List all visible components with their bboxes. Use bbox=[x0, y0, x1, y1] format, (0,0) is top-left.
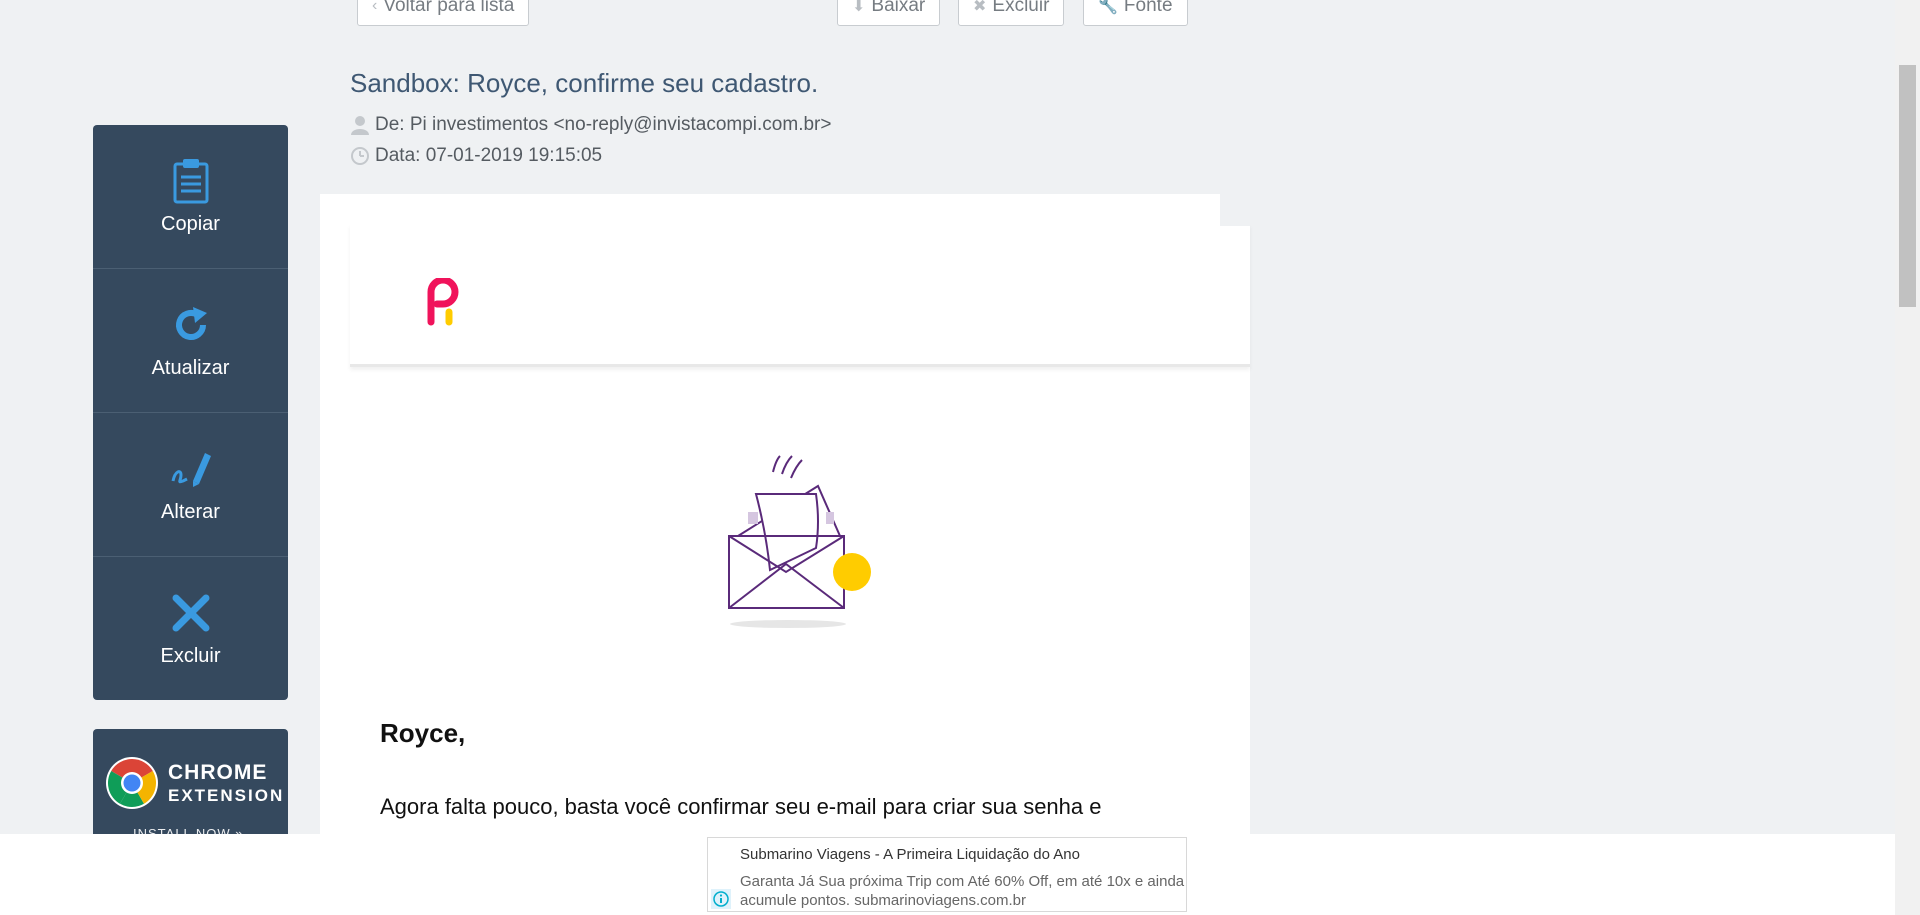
wrench-icon: 🔧 bbox=[1098, 0, 1118, 15]
clipboard-icon bbox=[169, 157, 213, 205]
download-icon: ⬇ bbox=[852, 0, 866, 15]
chrome-extension-title: CHROME bbox=[168, 761, 268, 784]
source-label: Fonte bbox=[1123, 0, 1173, 16]
ad-description: Garanta Já Sua próxima Trip com Até 60% … bbox=[740, 873, 1185, 909]
mail-from: De: Pi investimentos <no-reply@invistaco… bbox=[350, 114, 831, 136]
download-label: Baixar bbox=[871, 0, 926, 16]
close-icon: ✖ bbox=[973, 0, 987, 15]
chrome-extension-subtitle: EXTENSION bbox=[168, 786, 285, 805]
back-to-list-button[interactable]: ‹ Voltar para lista bbox=[357, 0, 530, 26]
chevron-left-icon: ‹ bbox=[372, 0, 378, 14]
chrome-extension-banner[interactable]: CHROME EXTENSION INSTALL NOW » bbox=[93, 729, 288, 839]
envelope-illustration-icon bbox=[718, 452, 878, 632]
source-button[interactable]: 🔧 Fonte bbox=[1083, 0, 1188, 26]
mail-subject: Sandbox: Royce, confirme seu cadastro. bbox=[350, 68, 819, 98]
chrome-logo-icon bbox=[105, 756, 159, 810]
delete-label: Excluir bbox=[160, 645, 221, 667]
copy-button[interactable]: Copiar bbox=[93, 125, 288, 269]
delete-sidebar-button[interactable]: Excluir bbox=[93, 557, 288, 700]
clock-icon bbox=[350, 146, 370, 166]
action-sidebar: Copiar Atualizar Alterar Excluir bbox=[93, 125, 288, 700]
ad-bar: Submarino Viagens - A Primeira Liquidaçã… bbox=[0, 834, 1895, 915]
mail-toolbar: ‹ Voltar para lista ⬇ Baixar ✖ Excluir 🔧… bbox=[320, 0, 1220, 48]
delete-button-label: Excluir bbox=[992, 0, 1050, 16]
edit-pen-icon bbox=[169, 445, 213, 493]
ad-title[interactable]: Submarino Viagens - A Primeira Liquidaçã… bbox=[740, 846, 1080, 863]
user-icon bbox=[350, 115, 370, 135]
edit-button[interactable]: Alterar bbox=[93, 413, 288, 557]
refresh-button[interactable]: Atualizar bbox=[93, 269, 288, 413]
mail-body: Royce, Agora falta pouco, basta você con… bbox=[320, 194, 1250, 834]
scrollbar-thumb[interactable] bbox=[1899, 65, 1916, 307]
copy-label: Copiar bbox=[161, 213, 220, 235]
page-scrollbar[interactable] bbox=[1895, 0, 1920, 915]
download-button[interactable]: ⬇ Baixar bbox=[837, 0, 941, 26]
email-logo-header bbox=[350, 224, 1250, 367]
mail-header: Sandbox: Royce, confirme seu cadastro. D… bbox=[320, 48, 1220, 194]
refresh-label: Atualizar bbox=[151, 357, 230, 379]
ad-info-icon[interactable] bbox=[711, 889, 731, 909]
delete-button[interactable]: ✖ Excluir bbox=[958, 0, 1065, 26]
mail-from-text: De: Pi investimentos <no-reply@invistaco… bbox=[375, 114, 832, 135]
close-x-icon bbox=[169, 589, 213, 637]
mail-date-text: Data: 07-01-2019 19:15:05 bbox=[375, 145, 603, 166]
mail-body-gap bbox=[1220, 194, 1250, 226]
mail-body-text: Agora falta pouco, basta você confirmar … bbox=[380, 794, 1102, 819]
ad-banner[interactable]: Submarino Viagens - A Primeira Liquidaçã… bbox=[707, 837, 1187, 912]
edit-label: Alterar bbox=[161, 501, 220, 523]
back-to-list-label: Voltar para lista bbox=[383, 0, 515, 16]
mail-date: Data: 07-01-2019 19:15:05 bbox=[350, 145, 602, 167]
pi-brand-logo-icon bbox=[423, 276, 463, 328]
refresh-icon bbox=[169, 301, 213, 349]
mail-greeting: Royce, bbox=[380, 718, 466, 748]
